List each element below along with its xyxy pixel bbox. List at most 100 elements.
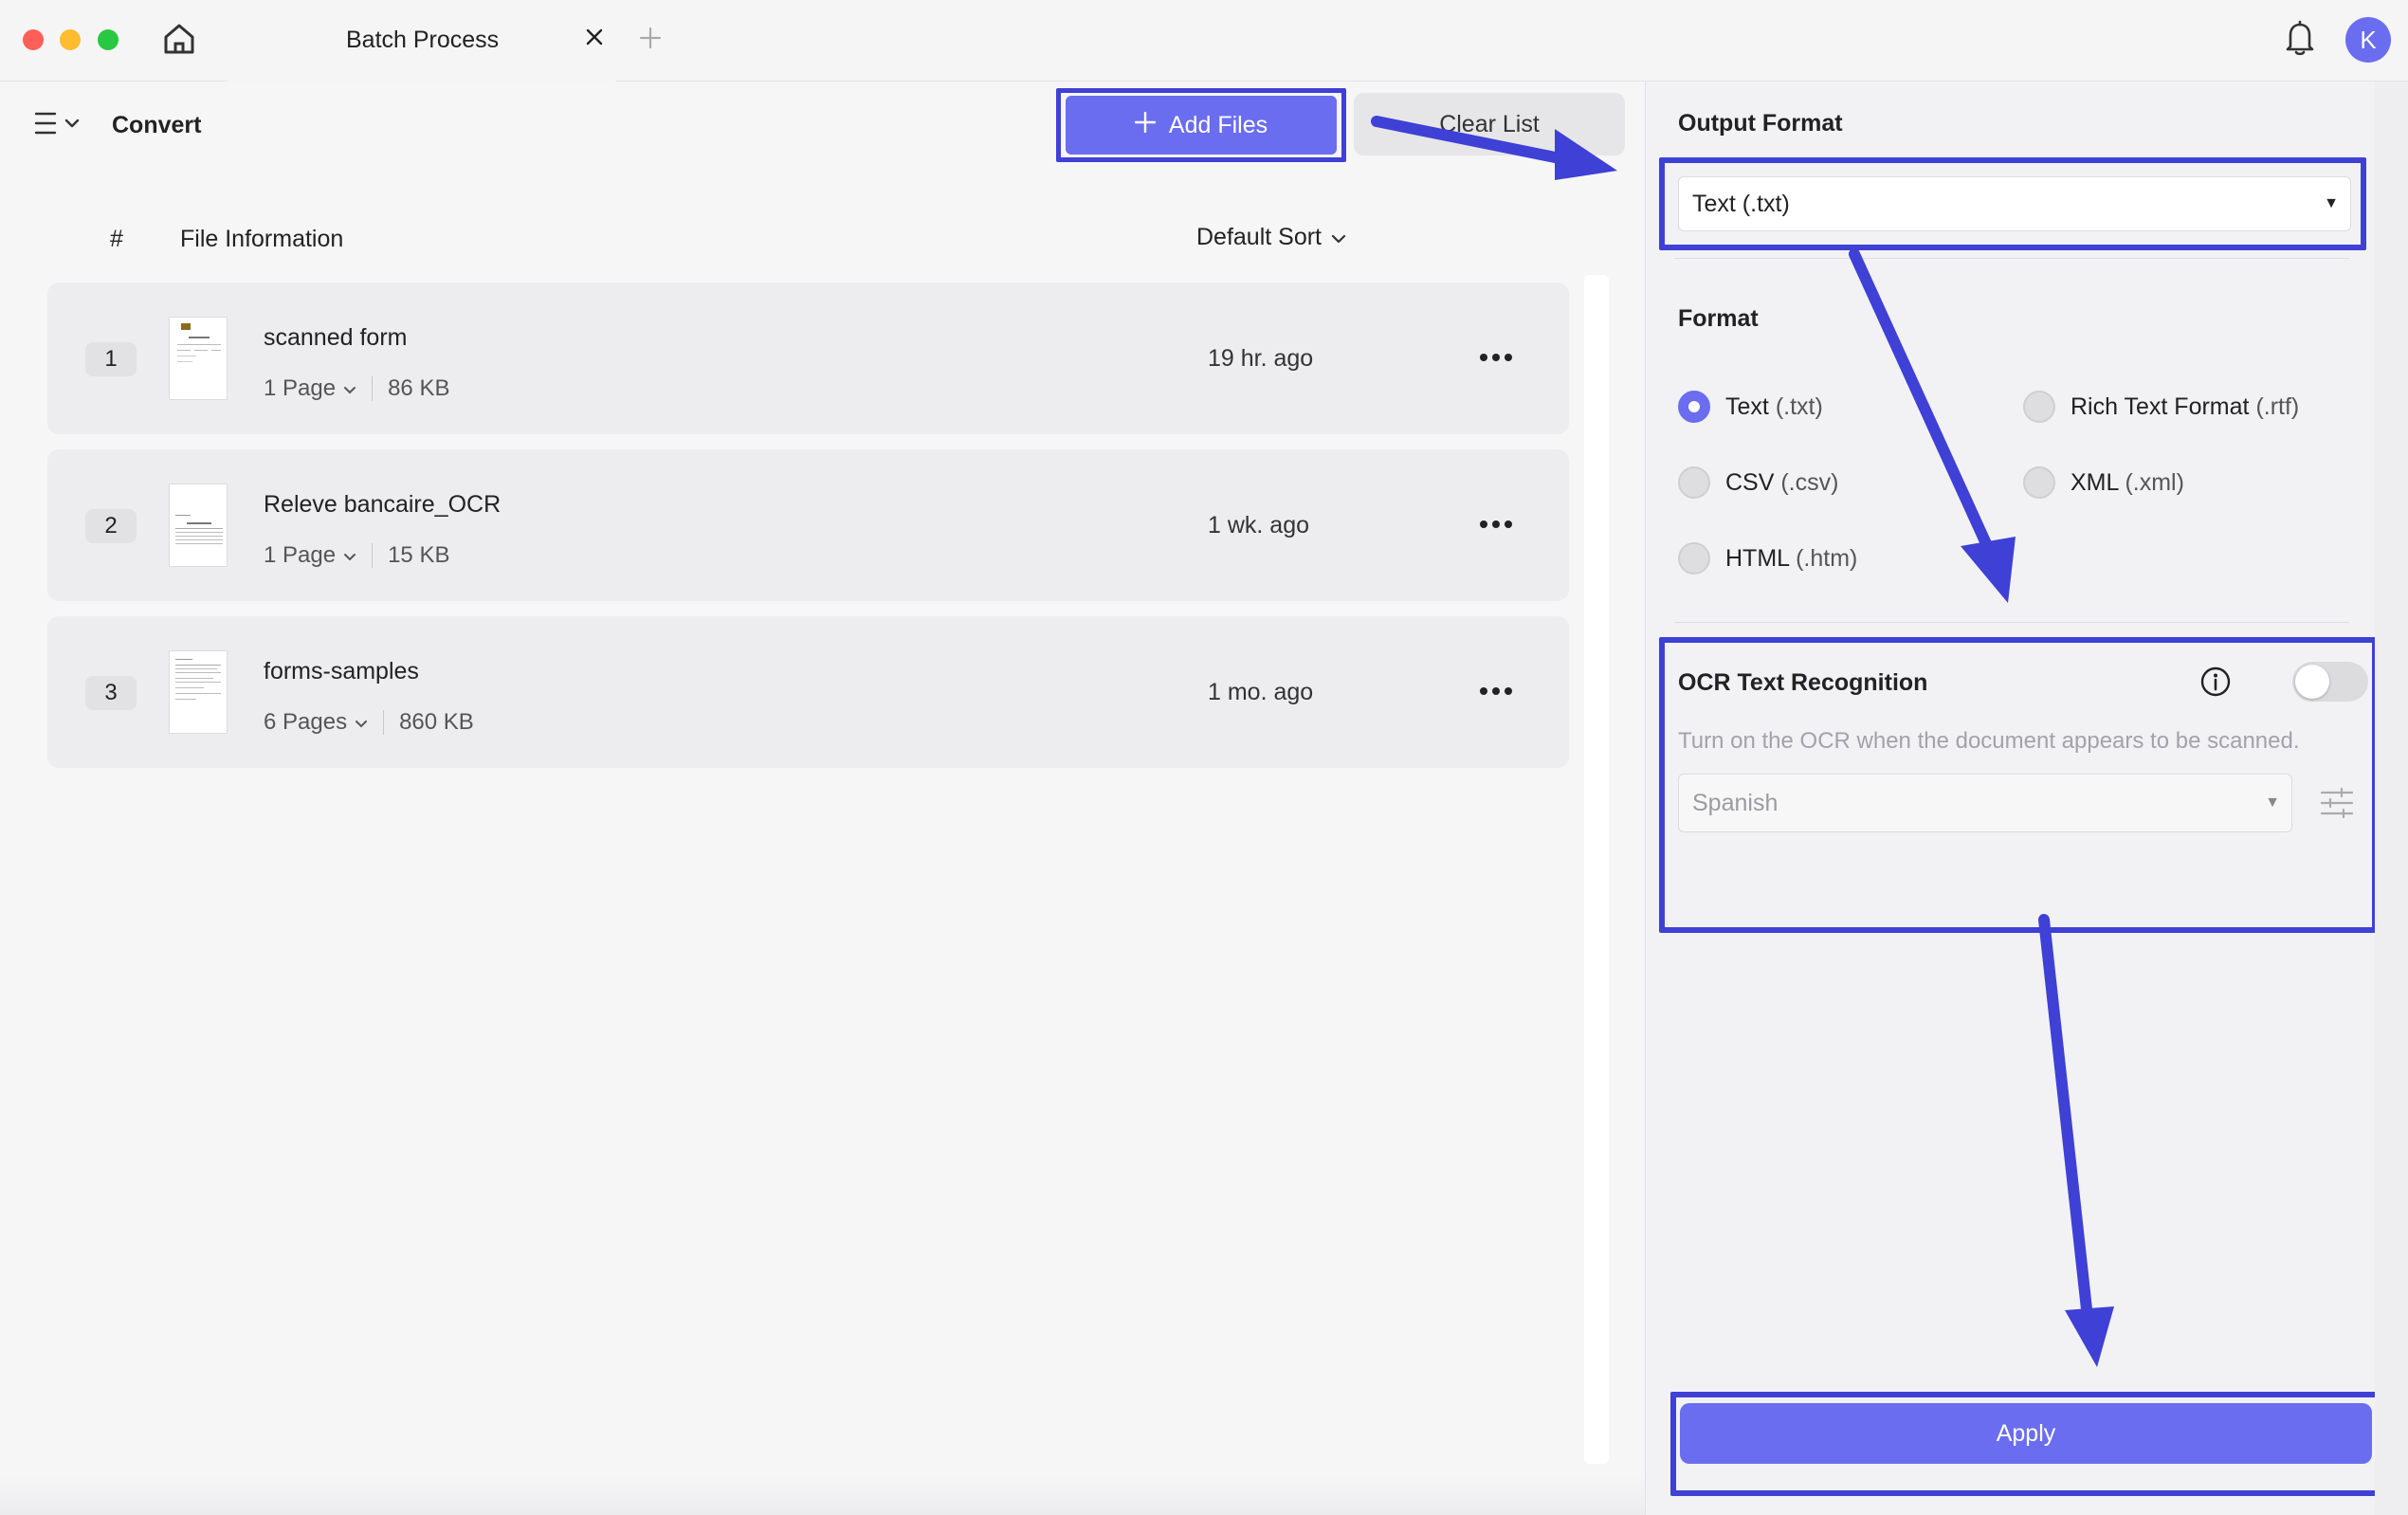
dropdown-caret-icon: ▼ bbox=[2265, 794, 2280, 811]
column-header-file-info: File Information bbox=[180, 226, 344, 252]
menu-button[interactable] bbox=[34, 108, 87, 142]
file-modified-time: 19 hr. ago bbox=[1208, 345, 1314, 372]
table-row[interactable]: 3 forms-samples 6 Pages 860 KB 1 mo. ago bbox=[47, 616, 1569, 768]
ocr-settings-button[interactable] bbox=[2319, 785, 2355, 821]
info-icon bbox=[2199, 666, 2232, 702]
more-options-button[interactable] bbox=[1469, 339, 1523, 377]
window-edge bbox=[2375, 82, 2408, 1515]
plus-icon bbox=[639, 27, 662, 54]
more-icon bbox=[1479, 350, 1513, 367]
toggle-knob bbox=[2295, 665, 2329, 699]
format-option-rtf[interactable]: Rich Text Format (.rtf) bbox=[2023, 391, 2299, 423]
ocr-info-button[interactable] bbox=[2199, 666, 2232, 698]
menu-icon bbox=[34, 110, 59, 141]
file-size: 86 KB bbox=[388, 375, 450, 401]
close-icon bbox=[585, 27, 604, 51]
ocr-language-value: Spanish bbox=[1692, 789, 1779, 816]
format-ext: (.htm) bbox=[1796, 544, 1858, 572]
home-button[interactable] bbox=[157, 19, 201, 63]
file-size: 860 KB bbox=[399, 709, 474, 735]
row-index: 1 bbox=[85, 342, 137, 376]
format-option-xml[interactable]: XML (.xml) bbox=[2023, 466, 2184, 499]
sort-label: Default Sort bbox=[1196, 224, 1323, 250]
avatar[interactable]: K bbox=[2345, 17, 2391, 63]
page-count-dropdown[interactable]: 1 Page bbox=[264, 542, 356, 569]
chevron-down-icon bbox=[1331, 224, 1346, 251]
file-name: scanned form bbox=[264, 324, 408, 351]
page-count: 1 Page bbox=[264, 375, 337, 401]
format-label: Format bbox=[1678, 305, 1759, 332]
sliders-icon bbox=[2319, 787, 2355, 825]
file-name: Releve bancaire_OCR bbox=[264, 491, 502, 518]
bottom-shade bbox=[0, 1475, 1645, 1515]
settings-panel: Output Format Text (.txt) ▼ Format Text … bbox=[1645, 82, 2381, 1515]
title-bar: Batch Process K bbox=[0, 0, 2408, 82]
file-thumbnail bbox=[169, 484, 228, 567]
format-ext: (.rtf) bbox=[2255, 392, 2300, 420]
output-format-label: Output Format bbox=[1678, 110, 1843, 137]
radio-button[interactable] bbox=[1678, 391, 1710, 423]
divider bbox=[1674, 622, 2349, 623]
more-icon bbox=[1479, 684, 1513, 701]
add-files-label: Add Files bbox=[1168, 111, 1268, 138]
file-modified-time: 1 wk. ago bbox=[1208, 512, 1310, 538]
format-name: HTML bbox=[1725, 544, 1790, 572]
maximize-window-button[interactable] bbox=[98, 29, 119, 50]
add-files-button[interactable]: Add Files bbox=[1066, 96, 1337, 155]
format-name: CSV bbox=[1725, 468, 1775, 496]
file-name: forms-samples bbox=[264, 658, 419, 684]
page-count-dropdown[interactable]: 1 Page bbox=[264, 375, 356, 402]
radio-button[interactable] bbox=[2023, 466, 2055, 499]
divider bbox=[1674, 258, 2349, 259]
format-ext: (.csv) bbox=[1780, 468, 1839, 496]
page-count-dropdown[interactable]: 6 Pages bbox=[264, 709, 368, 736]
file-thumbnail bbox=[169, 650, 228, 734]
more-options-button[interactable] bbox=[1469, 506, 1523, 544]
column-header-index: # bbox=[110, 226, 123, 252]
format-option-txt[interactable]: Text (.txt) bbox=[1678, 391, 1823, 423]
apply-button[interactable]: Apply bbox=[1680, 1403, 2372, 1464]
file-list-area: Convert Add Files Clear List # File Info… bbox=[0, 82, 1645, 1515]
table-row[interactable]: 1 scanned form 1 Page 86 KB 19 hr. ago bbox=[47, 283, 1569, 434]
row-index: 3 bbox=[85, 676, 137, 710]
more-icon bbox=[1479, 517, 1513, 534]
tab-batch-process[interactable]: Batch Process bbox=[228, 0, 616, 82]
format-option-htm[interactable]: HTML (.htm) bbox=[1678, 542, 1857, 575]
more-options-button[interactable] bbox=[1469, 673, 1523, 711]
radio-button[interactable] bbox=[1678, 542, 1710, 575]
radio-button[interactable] bbox=[2023, 391, 2055, 423]
page-count: 6 Pages bbox=[264, 709, 348, 735]
radio-button[interactable] bbox=[1678, 466, 1710, 499]
row-index: 2 bbox=[85, 509, 137, 543]
tab-close-button[interactable] bbox=[578, 23, 611, 55]
plus-icon bbox=[1134, 111, 1157, 139]
file-meta: 1 Page 15 KB bbox=[264, 542, 449, 569]
notifications-button[interactable] bbox=[2279, 19, 2321, 61]
new-tab-button[interactable] bbox=[633, 23, 667, 57]
ocr-language-select[interactable]: Spanish ▼ bbox=[1678, 774, 2292, 832]
clear-list-label: Clear List bbox=[1439, 110, 1540, 137]
format-name: Rich Text Format bbox=[2071, 392, 2250, 420]
minimize-window-button[interactable] bbox=[60, 29, 81, 50]
chevron-down-icon bbox=[343, 542, 356, 569]
ocr-title: OCR Text Recognition bbox=[1678, 669, 1928, 696]
home-icon bbox=[160, 20, 198, 63]
table-row[interactable]: 2 Releve bancaire_OCR 1 Page 15 KB 1 wk.… bbox=[47, 449, 1569, 601]
ocr-hint: Turn on the OCR when the document appear… bbox=[1678, 728, 2300, 754]
tab-title: Batch Process bbox=[346, 27, 500, 53]
output-format-select[interactable]: Text (.txt) ▼ bbox=[1678, 176, 2351, 231]
meta-divider bbox=[372, 543, 374, 568]
format-ext: (.txt) bbox=[1775, 392, 1823, 420]
scrollbar[interactable] bbox=[1584, 275, 1609, 1464]
apply-label: Apply bbox=[1996, 1419, 2056, 1447]
sort-dropdown[interactable]: Default Sort bbox=[1196, 224, 1346, 251]
clear-list-button[interactable]: Clear List bbox=[1354, 93, 1625, 155]
meta-divider bbox=[372, 376, 374, 401]
file-meta: 1 Page 86 KB bbox=[264, 375, 449, 402]
meta-divider bbox=[383, 710, 385, 735]
close-window-button[interactable] bbox=[23, 29, 44, 50]
page-title: Convert bbox=[112, 112, 202, 138]
chevron-down-icon bbox=[355, 709, 368, 736]
format-option-csv[interactable]: CSV (.csv) bbox=[1678, 466, 1838, 499]
ocr-toggle[interactable] bbox=[2292, 662, 2368, 702]
